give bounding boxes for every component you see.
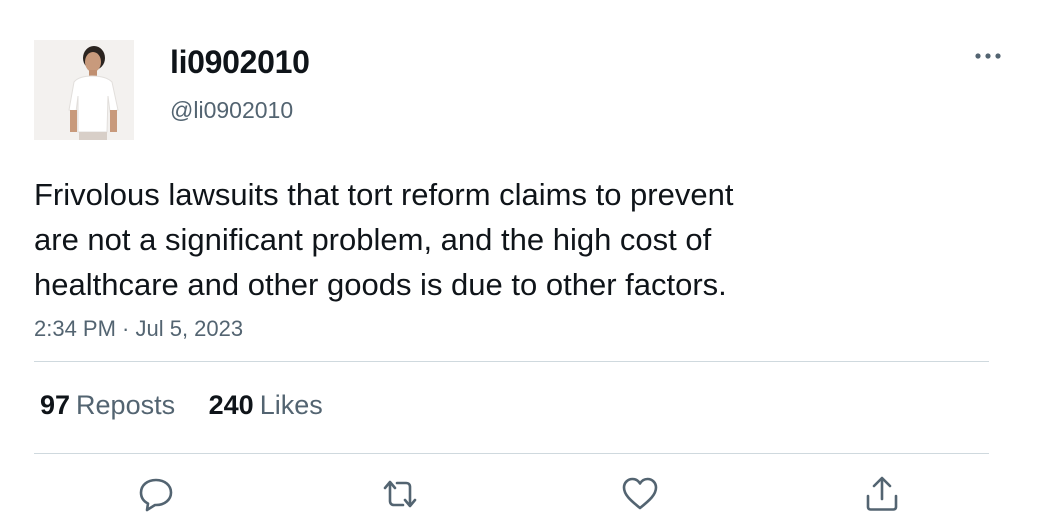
reposts-stat[interactable]: 97 Reposts: [40, 387, 175, 423]
tweet-text-line: Frivolous lawsuits that tort reform clai…: [34, 177, 734, 212]
display-name[interactable]: li0902010: [170, 42, 310, 82]
tweet-text-line: are not a significant problem, and the h…: [34, 222, 712, 257]
avatar[interactable]: [34, 40, 134, 140]
share-icon[interactable]: [862, 474, 902, 514]
likes-count: 240: [208, 390, 254, 420]
user-handle[interactable]: @li0902010: [170, 95, 293, 125]
tweet-text-line: healthcare and other goods is due to oth…: [34, 267, 727, 302]
tweet-timestamp[interactable]: 2:34 PM · Jul 5, 2023: [34, 314, 243, 344]
tweet-text: Frivolous lawsuits that tort reform clai…: [34, 172, 894, 307]
engagement-stats: 97 Reposts 240 Likes: [40, 387, 349, 423]
more-options-icon[interactable]: [970, 44, 1006, 68]
reposts-label: Reposts: [76, 390, 176, 420]
likes-stat[interactable]: 240 Likes: [209, 387, 323, 423]
heart-icon[interactable]: [620, 474, 660, 514]
user-photo: [34, 40, 134, 140]
likes-label: Likes: [259, 390, 323, 420]
repost-icon[interactable]: [380, 474, 420, 514]
divider: [34, 453, 989, 454]
reposts-count: 97: [40, 390, 71, 420]
reply-icon[interactable]: [136, 474, 176, 514]
divider: [34, 361, 989, 362]
tweet-card: li0902010 @li0902010 Frivolous lawsuits …: [0, 0, 1050, 525]
